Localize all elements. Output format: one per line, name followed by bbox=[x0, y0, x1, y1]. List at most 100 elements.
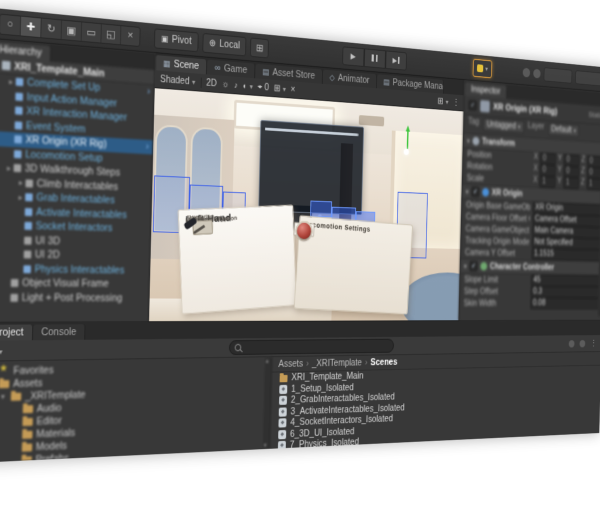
layers-dropdown[interactable] bbox=[544, 67, 573, 84]
grid-dropdown[interactable] bbox=[274, 83, 286, 94]
rect-tool-icon[interactable] bbox=[82, 22, 102, 42]
layer-label: Layer bbox=[528, 121, 545, 135]
photo-rotation-wrapper: Pivot Local Hierarchy bbox=[0, 0, 600, 520]
scale-tool-icon[interactable] bbox=[62, 20, 82, 40]
property-value[interactable]: 0.08 bbox=[530, 298, 599, 310]
active-checkbox[interactable] bbox=[468, 100, 476, 111]
hierarchy-row[interactable]: Object Visual Frame bbox=[0, 276, 149, 292]
2d-toggle[interactable]: 2D bbox=[206, 78, 217, 89]
custom-tool-icon[interactable] bbox=[121, 26, 140, 46]
tag-dropdown[interactable]: Untagged bbox=[483, 118, 524, 133]
hierarchy-row[interactable]: Physics Interactables bbox=[0, 261, 150, 277]
y-field[interactable]: 1 bbox=[563, 177, 579, 189]
x-field[interactable]: 0 bbox=[540, 164, 556, 176]
component-enabled-checkbox[interactable] bbox=[469, 261, 477, 271]
menu-icon[interactable] bbox=[590, 338, 597, 349]
gizmo-selector[interactable]: 0 bbox=[258, 82, 270, 93]
gameobject-icon bbox=[15, 121, 23, 129]
project-folder-tree: Favorites Assets _XRITemplate bbox=[0, 357, 272, 463]
z-field[interactable]: 0 bbox=[587, 156, 600, 168]
close-icon[interactable] bbox=[291, 84, 296, 94]
gameobject-icon bbox=[15, 92, 23, 100]
hierarchy-panel: Hierarchy XRI_Template_Main Complete Set… bbox=[0, 39, 156, 322]
gameobject-icon bbox=[14, 150, 22, 158]
expand-arrow-icon[interactable] bbox=[16, 193, 26, 202]
folder-label: Prefabs bbox=[35, 452, 69, 463]
property-label: Camera Y Offset bbox=[465, 248, 529, 259]
asset-store-icon bbox=[262, 66, 269, 78]
account-icon[interactable] bbox=[533, 68, 540, 78]
hand-tool-icon[interactable] bbox=[0, 14, 21, 35]
layout-dropdown[interactable] bbox=[575, 70, 600, 86]
folder-label: Models bbox=[36, 440, 67, 453]
z-field[interactable]: 1 bbox=[586, 178, 600, 190]
gameobject-name-field[interactable]: XR Origin (XR Rig) bbox=[493, 102, 557, 117]
tree-scrollbar[interactable] bbox=[263, 357, 272, 449]
folder-icon bbox=[0, 367, 10, 375]
scene-lighting-icon[interactable] bbox=[222, 79, 230, 90]
breadcrumb-xritemplate[interactable]: _XRITemplate bbox=[312, 357, 362, 369]
scene-viewport[interactable]: Left Hand Locomotion Type Move/Strafe Te… bbox=[149, 88, 463, 321]
layer-dropdown[interactable]: Default bbox=[548, 123, 579, 137]
chevron-down-icon bbox=[485, 63, 488, 73]
collab-button[interactable] bbox=[473, 58, 493, 77]
asset-icon bbox=[280, 375, 288, 382]
lock-icon[interactable] bbox=[579, 340, 585, 347]
property-value[interactable]: 0.3 bbox=[530, 286, 599, 298]
snap-grid-icon[interactable] bbox=[250, 37, 269, 58]
tab-console[interactable]: Console bbox=[33, 324, 86, 340]
add-asset-button[interactable]: + bbox=[0, 344, 3, 358]
expand-arrow-icon[interactable] bbox=[16, 178, 26, 187]
search-input[interactable] bbox=[229, 339, 394, 355]
folder-label: Favorites bbox=[13, 364, 54, 377]
unity-scene-icon bbox=[2, 61, 11, 71]
expand-arrow-icon[interactable] bbox=[0, 392, 7, 401]
y-label: Y bbox=[557, 177, 562, 189]
more-menu-icon[interactable] bbox=[453, 97, 460, 107]
rotate-tool-icon[interactable] bbox=[41, 18, 62, 39]
scene-audio-icon[interactable] bbox=[234, 80, 238, 90]
inspector-tab-label: Inspector bbox=[471, 84, 501, 97]
folder-label: _XRITemplate bbox=[25, 389, 86, 402]
y-field[interactable]: 0 bbox=[564, 154, 580, 166]
x-field[interactable]: 0 bbox=[540, 153, 556, 165]
services-icon[interactable] bbox=[523, 67, 530, 77]
breadcrumb-assets[interactable]: Assets bbox=[278, 358, 303, 369]
locomotion-settings-panel: Locomotion Settings Move Speed 2.5 m/s 2… bbox=[294, 215, 413, 314]
property-value[interactable]: 45 bbox=[531, 275, 600, 287]
prefab-nav-icon[interactable] bbox=[147, 86, 150, 98]
pivot-toggle[interactable]: Pivot bbox=[154, 28, 199, 52]
property-value[interactable]: 1.1515 bbox=[531, 248, 600, 261]
hidden-packages-icon[interactable] bbox=[569, 340, 575, 347]
shading-mode-dropdown[interactable]: Shaded bbox=[160, 74, 195, 87]
chevron-down-icon bbox=[573, 125, 576, 136]
play-button[interactable] bbox=[342, 46, 364, 67]
y-field[interactable]: 0 bbox=[563, 166, 579, 178]
tab-project[interactable]: Project bbox=[0, 325, 33, 341]
prefab-nav-icon[interactable] bbox=[146, 141, 149, 153]
transform-tool-icon[interactable] bbox=[101, 24, 121, 44]
gameobject-icon bbox=[24, 236, 32, 244]
gameobject-icon bbox=[25, 179, 33, 187]
console-tab-label: Console bbox=[41, 326, 77, 338]
asset-icon bbox=[278, 418, 286, 427]
xr-origin-icon bbox=[482, 188, 489, 197]
chevron-down-icon bbox=[249, 81, 252, 91]
z-field[interactable]: 0 bbox=[587, 167, 600, 179]
gizmos-dropdown[interactable] bbox=[438, 96, 449, 106]
x-field[interactable]: 1 bbox=[539, 176, 555, 188]
play-controls bbox=[342, 46, 407, 70]
component-enabled-checkbox[interactable] bbox=[471, 187, 479, 198]
gameobject-icon bbox=[24, 222, 32, 230]
move-tool-icon[interactable] bbox=[21, 16, 42, 37]
expand-arrow-icon[interactable] bbox=[6, 77, 16, 87]
static-toggle[interactable]: Static bbox=[588, 110, 600, 120]
step-button[interactable] bbox=[385, 50, 407, 70]
pause-button[interactable] bbox=[364, 48, 386, 68]
local-toggle[interactable]: Local bbox=[202, 32, 246, 55]
effects-dropdown[interactable] bbox=[243, 81, 253, 92]
breadcrumb-scenes[interactable]: Scenes bbox=[370, 357, 397, 368]
expand-arrow-icon[interactable] bbox=[4, 163, 14, 172]
hierarchy-row[interactable]: Light + Post Processing bbox=[0, 290, 149, 305]
tab-label: Game bbox=[224, 63, 248, 76]
